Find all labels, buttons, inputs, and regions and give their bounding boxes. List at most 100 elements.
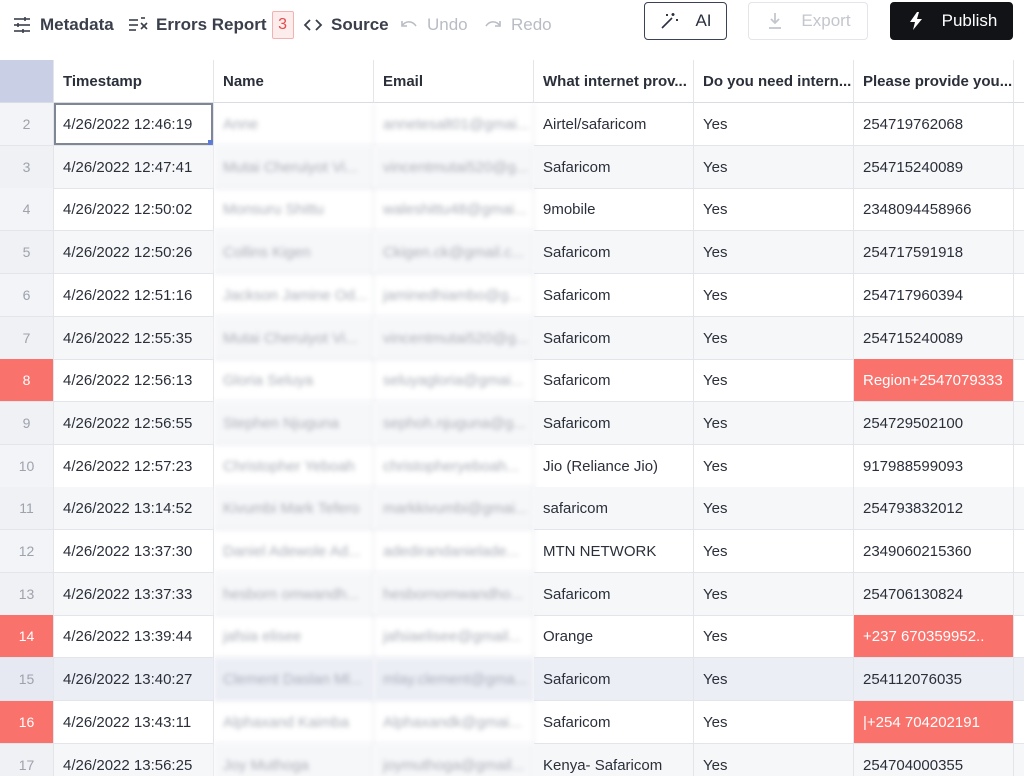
timestamp-cell[interactable]: 4/26/2022 13:39:44 — [54, 615, 214, 659]
internet-provider-cell[interactable]: Safaricom — [534, 401, 694, 445]
need-internet-cell[interactable]: Yes — [694, 231, 854, 275]
column-header-email[interactable]: Email — [374, 60, 534, 103]
row-number[interactable]: 2 — [0, 103, 54, 146]
phone-cell[interactable]: 254715240089 — [854, 316, 1014, 360]
internet-provider-cell[interactable]: Orange — [534, 615, 694, 659]
email-cell[interactable]: jafsiaelisee@gmail... — [374, 615, 534, 659]
column-header-phone[interactable]: Please provide you... — [854, 60, 1014, 103]
column-header-next[interactable] — [1014, 60, 1024, 103]
timestamp-cell[interactable]: 4/26/2022 12:57:23 — [54, 444, 214, 488]
timestamp-cell[interactable]: 4/26/2022 12:50:02 — [54, 188, 214, 232]
next-column-cell[interactable] — [1014, 615, 1024, 659]
need-internet-cell[interactable]: Yes — [694, 103, 854, 146]
next-column-cell[interactable] — [1014, 316, 1024, 360]
name-cell[interactable]: jafsia elisee — [214, 615, 374, 659]
internet-provider-cell[interactable]: Safaricom — [534, 145, 694, 189]
email-cell[interactable]: joymuthoga@gmail... — [374, 743, 534, 776]
next-column-cell[interactable] — [1014, 188, 1024, 232]
name-cell[interactable]: Collins Kigen — [214, 231, 374, 275]
phone-cell[interactable]: 254793832012 — [854, 487, 1014, 531]
next-column-cell[interactable] — [1014, 743, 1024, 776]
redo-button[interactable]: Redo — [483, 13, 552, 37]
next-column-cell[interactable] — [1014, 530, 1024, 573]
ai-button[interactable]: AI — [644, 2, 727, 40]
table-row[interactable]: 9 4/26/2022 12:56:55 Stephen Njuguna sephoh… — [0, 401, 1024, 445]
timestamp-cell[interactable]: 4/26/2022 13:43:11 — [54, 700, 214, 744]
errors-report-button[interactable]: Errors Report 3 — [128, 11, 294, 39]
timestamp-cell[interactable]: 4/26/2022 12:51:16 — [54, 273, 214, 317]
internet-provider-cell[interactable]: Safaricom — [534, 572, 694, 616]
need-internet-cell[interactable]: Yes — [694, 188, 854, 232]
row-number[interactable]: 14 — [0, 615, 54, 659]
timestamp-cell[interactable]: 4/26/2022 13:37:33 — [54, 572, 214, 616]
row-number[interactable]: 4 — [0, 188, 54, 232]
timestamp-cell[interactable]: 4/26/2022 13:56:25 — [54, 743, 214, 776]
internet-provider-cell[interactable]: Safaricom — [534, 316, 694, 360]
phone-cell[interactable]: 254704000355 — [854, 743, 1014, 776]
email-cell[interactable]: markkivumbi@gmai... — [374, 487, 534, 531]
email-cell[interactable]: annetesalt01@gmai... — [374, 103, 534, 146]
row-number[interactable]: 8 — [0, 359, 54, 403]
next-column-cell[interactable] — [1014, 274, 1024, 317]
table-row[interactable]: 10 4/26/2022 12:57:23 Christopher Yeboah ch… — [0, 444, 1024, 488]
table-row[interactable]: 13 4/26/2022 13:37:33 hesborn omwandh... he… — [0, 572, 1024, 616]
name-cell[interactable]: Mutai Cheruiyot Vi... — [214, 316, 374, 360]
email-cell[interactable]: jaminedhiambo@g... — [374, 273, 534, 317]
name-cell[interactable]: hesborn omwandh... — [214, 572, 374, 616]
need-internet-cell[interactable]: Yes — [694, 145, 854, 189]
timestamp-cell[interactable]: 4/26/2022 12:46:19 — [54, 103, 214, 146]
phone-cell[interactable]: Region+2547079333 — [854, 359, 1014, 403]
name-cell[interactable]: Joy Muthoga — [214, 743, 374, 776]
phone-cell[interactable]: |+254 704202191 — [854, 700, 1014, 744]
phone-cell[interactable]: 2349060215360 — [854, 530, 1014, 573]
timestamp-cell[interactable]: 4/26/2022 13:40:27 — [54, 658, 214, 702]
table-row[interactable]: 17 4/26/2022 13:56:25 Joy Muthoga joymuthog… — [0, 743, 1024, 776]
source-button[interactable]: Source — [303, 13, 389, 37]
email-cell[interactable]: seluyagloria@gmai... — [374, 359, 534, 403]
need-internet-cell[interactable]: Yes — [694, 273, 854, 317]
table-row[interactable]: 4 4/26/2022 12:50:02 Monsuru Shittu waleshi… — [0, 188, 1024, 232]
column-header-need-internet[interactable]: Do you need intern... — [694, 60, 854, 103]
email-cell[interactable]: adedirandanielade... — [374, 530, 534, 573]
phone-cell[interactable]: 254715240089 — [854, 145, 1014, 189]
row-number[interactable]: 6 — [0, 273, 54, 317]
phone-cell[interactable]: 254729502100 — [854, 401, 1014, 445]
internet-provider-cell[interactable]: Kenya- Safaricom — [534, 743, 694, 776]
select-all-corner[interactable] — [0, 60, 54, 103]
need-internet-cell[interactable]: Yes — [694, 615, 854, 659]
internet-provider-cell[interactable]: safaricom — [534, 487, 694, 531]
need-internet-cell[interactable]: Yes — [694, 359, 854, 403]
need-internet-cell[interactable]: Yes — [694, 487, 854, 531]
name-cell[interactable]: Alphaxand Kaimba — [214, 700, 374, 744]
table-row[interactable]: 5 4/26/2022 12:50:26 Collins Kigen Ckigen.c… — [0, 231, 1024, 275]
next-column-cell[interactable] — [1014, 401, 1024, 445]
next-column-cell[interactable] — [1014, 231, 1024, 275]
name-cell[interactable]: Monsuru Shittu — [214, 188, 374, 232]
phone-cell[interactable]: 917988599093 — [854, 444, 1014, 488]
row-number[interactable]: 11 — [0, 487, 54, 531]
publish-button[interactable]: Publish — [890, 2, 1013, 40]
timestamp-cell[interactable]: 4/26/2022 12:50:26 — [54, 231, 214, 275]
need-internet-cell[interactable]: Yes — [694, 700, 854, 744]
need-internet-cell[interactable]: Yes — [694, 401, 854, 445]
row-number[interactable]: 10 — [0, 444, 54, 488]
internet-provider-cell[interactable]: Safaricom — [534, 231, 694, 275]
table-row[interactable]: 15 4/26/2022 13:40:27 Clement Daslan Ml...… — [0, 658, 1024, 702]
email-cell[interactable]: christopheryeboah... — [374, 444, 534, 488]
row-number[interactable]: 7 — [0, 316, 54, 360]
timestamp-cell[interactable]: 4/26/2022 13:37:30 — [54, 530, 214, 573]
internet-provider-cell[interactable]: Safaricom — [534, 658, 694, 702]
email-cell[interactable]: Ckigen.ck@gmail.c... — [374, 231, 534, 275]
internet-provider-cell[interactable]: Safaricom — [534, 359, 694, 403]
row-number[interactable]: 12 — [0, 530, 54, 573]
name-cell[interactable]: Anne — [214, 103, 374, 146]
next-column-cell[interactable] — [1014, 145, 1024, 189]
internet-provider-cell[interactable]: 9mobile — [534, 188, 694, 232]
timestamp-cell[interactable]: 4/26/2022 12:56:13 — [54, 359, 214, 403]
internet-provider-cell[interactable]: Airtel/safaricom — [534, 103, 694, 146]
row-number[interactable]: 5 — [0, 231, 54, 275]
next-column-cell[interactable] — [1014, 359, 1024, 403]
next-column-cell[interactable] — [1014, 103, 1024, 146]
table-row[interactable]: 12 4/26/2022 13:37:30 Daniel Adewole Ad...… — [0, 530, 1024, 573]
phone-cell[interactable]: 254719762068 — [854, 103, 1014, 146]
